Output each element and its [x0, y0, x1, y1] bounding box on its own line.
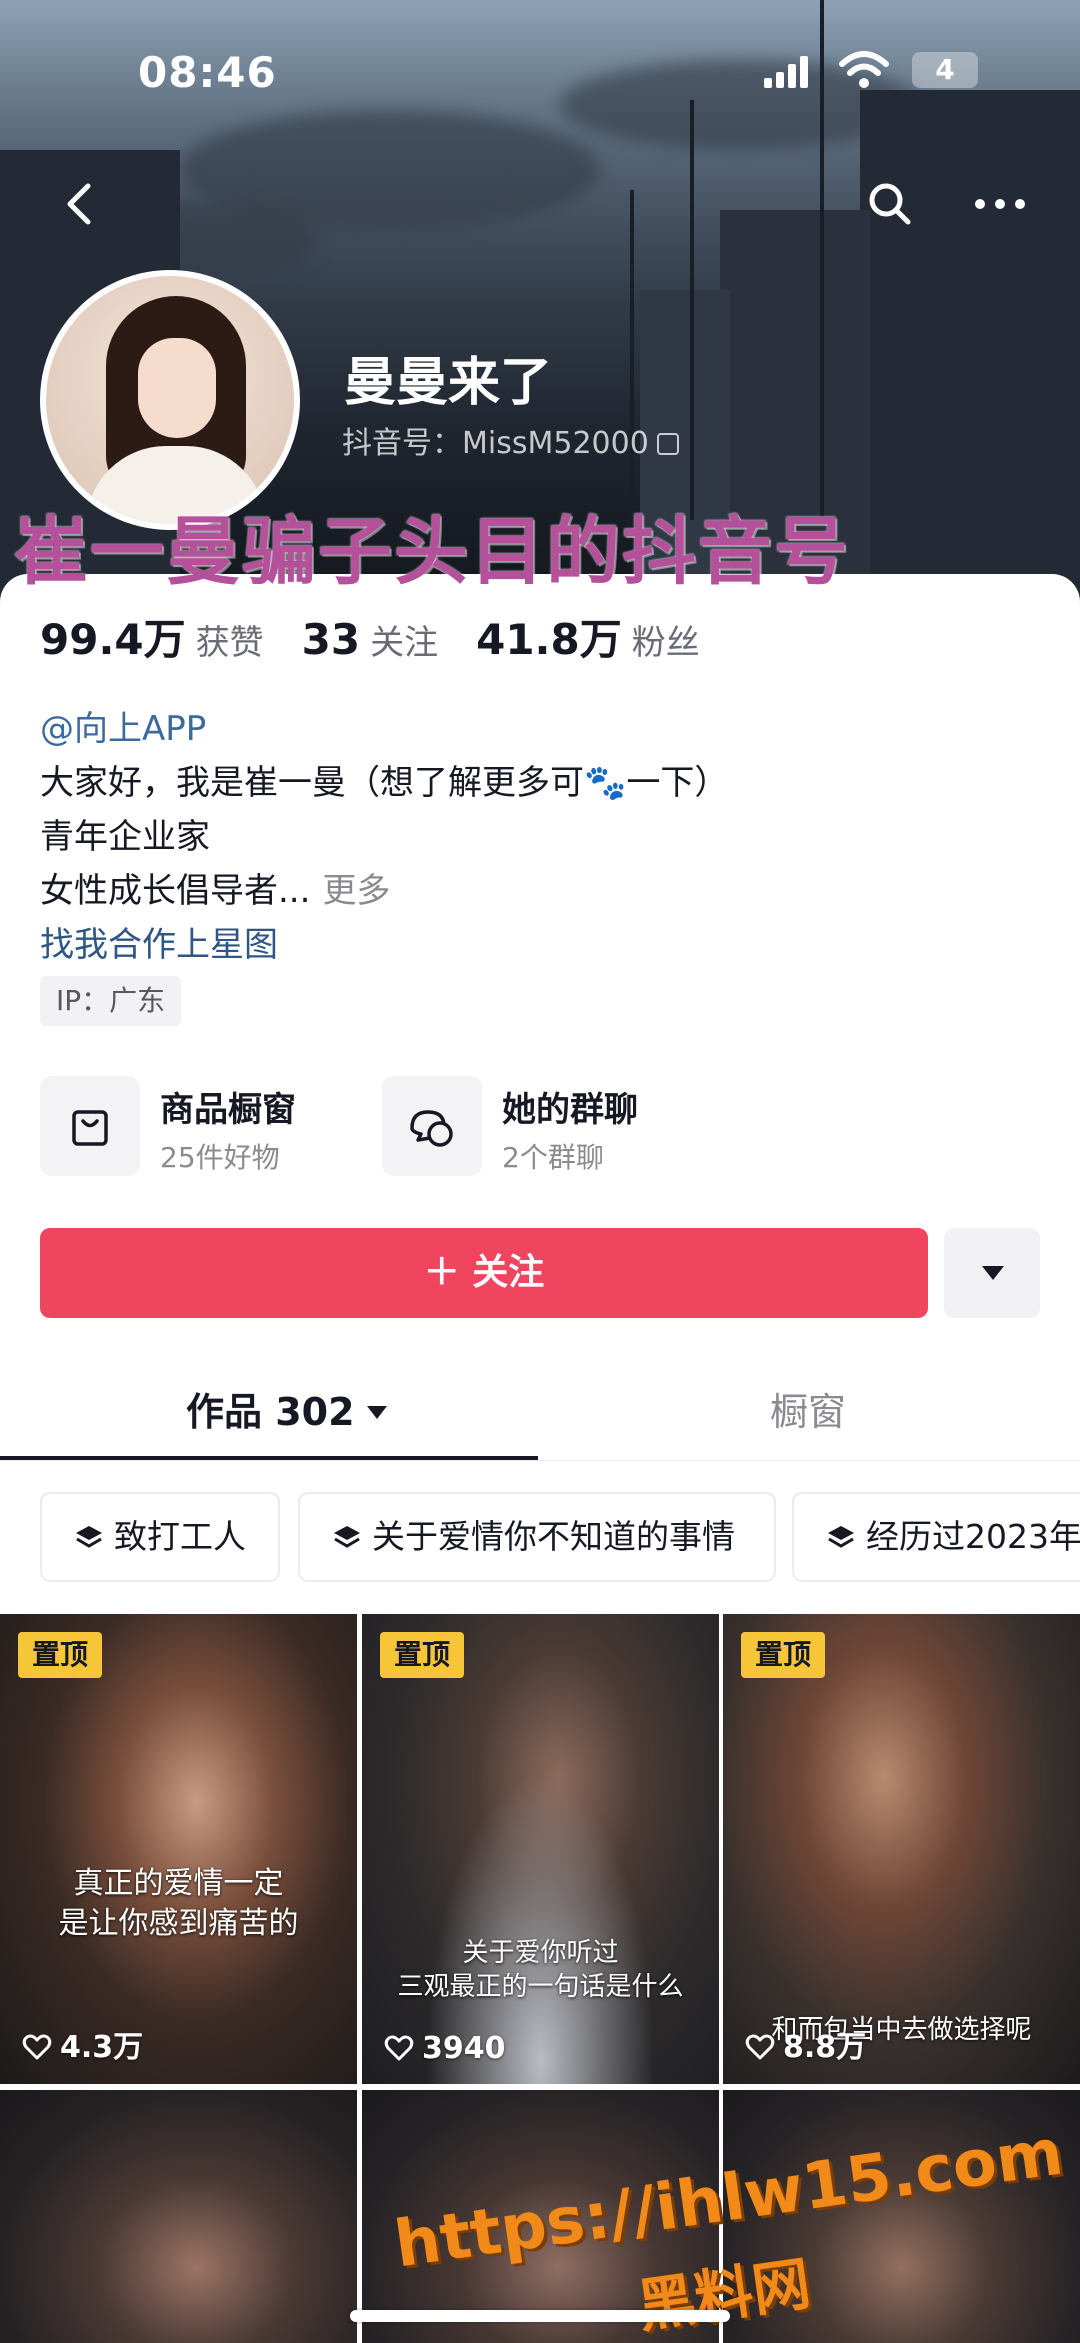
video-like-count: 3940: [384, 2031, 506, 2066]
caret-down-icon: [982, 1266, 1004, 1280]
bio-line: 大家好，我是崔一曼（想了解更多可🐾一下）: [40, 763, 729, 803]
video-like-count: 4.3万: [22, 2022, 143, 2066]
collection-chip[interactable]: 致打工人: [40, 1492, 280, 1582]
profile-bio: @向上APP 大家好，我是崔一曼（想了解更多可🐾一下） 青年企业家 女性成长倡导…: [40, 702, 728, 972]
layers-icon: [828, 1526, 854, 1548]
bio-line: 青年企业家: [40, 817, 210, 857]
video-thumbnail[interactable]: 置顶 关于爱你听过 三观最正的一句话是什么 3940: [362, 1614, 719, 2084]
group-chat-title: 她的群聊: [502, 1090, 638, 1130]
search-button[interactable]: [862, 176, 918, 232]
collection-chip-label: 经历过2023年: [866, 1517, 1080, 1556]
avatar[interactable]: [40, 270, 300, 530]
video-caption: 真正的爱情一定 是让你感到痛苦的: [58, 1866, 299, 1941]
bio-mention-link[interactable]: @向上APP: [40, 702, 728, 756]
likes-label: 获赞: [195, 623, 264, 663]
video-thumbnail[interactable]: 置顶 真正的爱情一定 是让你感到痛苦的 4.3万: [0, 1614, 357, 2084]
douyin-id[interactable]: 抖音号：MissM52000: [342, 418, 679, 462]
tab-works-label: 作品 302: [186, 1390, 355, 1434]
bio-line: 女性成长倡导者...: [40, 871, 311, 911]
collection-chip-label: 致打工人: [114, 1517, 246, 1556]
bio-cooperation-link[interactable]: 找我合作上星图: [40, 918, 728, 972]
cellular-signal-icon: [764, 56, 812, 88]
recommend-dropdown-button[interactable]: [944, 1228, 1040, 1318]
ip-location-tag: IP：广东: [40, 976, 182, 1026]
back-button[interactable]: [52, 176, 108, 232]
search-icon: [869, 183, 911, 225]
chevron-left-icon: [67, 183, 91, 225]
layers-icon: [76, 1526, 102, 1548]
more-dots-icon: [975, 199, 1025, 209]
pinned-badge: 置顶: [18, 1632, 102, 1678]
heart-icon: [384, 2035, 414, 2061]
collection-chip[interactable]: 经历过2023年: [792, 1492, 1080, 1582]
chat-bubbles-icon: [382, 1076, 482, 1176]
followers-label[interactable]: 粉丝: [632, 623, 700, 663]
pinned-badge: 置顶: [380, 1632, 464, 1678]
collection-chip-label: 关于爱情你不知道的事情: [372, 1517, 735, 1556]
followers-count[interactable]: 41.8万: [476, 615, 622, 664]
tab-works[interactable]: 作品 302: [186, 1372, 387, 1462]
bio-more-button[interactable]: 更多: [322, 871, 390, 911]
group-chat-entry[interactable]: 她的群聊 2个群聊: [382, 1076, 682, 1180]
heart-icon: [745, 2034, 775, 2060]
status-time: 08:46: [138, 48, 277, 97]
layers-icon: [334, 1526, 360, 1548]
follow-button[interactable]: ＋ 关注: [40, 1228, 928, 1318]
group-chat-count: 2个群聊: [502, 1141, 604, 1174]
following-label[interactable]: 关注: [370, 623, 438, 663]
following-count[interactable]: 33: [302, 615, 360, 664]
shop-window-count: 25件好物: [160, 1141, 280, 1174]
collection-chip[interactable]: 关于爱情你不知道的事情: [298, 1492, 776, 1582]
video-caption: 关于爱你听过 三观最正的一句话是什么: [397, 1938, 684, 2002]
more-options-button[interactable]: [970, 176, 1030, 232]
profile-nickname: 曼曼来了: [344, 353, 553, 413]
likes-count: 99.4万: [40, 615, 186, 664]
tab-shop-window[interactable]: 橱窗: [770, 1372, 846, 1462]
home-indicator: [350, 2310, 730, 2322]
profile-tabs: 作品 302 橱窗: [0, 1372, 1080, 1462]
video-thumbnail[interactable]: [0, 2090, 357, 2343]
heart-icon: [22, 2034, 52, 2060]
overlay-banner-text: 崔一曼骗子头目的抖音号: [14, 509, 850, 595]
shop-window-entry[interactable]: 商品橱窗 25件好物: [40, 1076, 340, 1180]
video-thumbnail[interactable]: 置顶 和而包当中去做选择呢 8.8万: [723, 1614, 1080, 2084]
profile-stats: 99.4万 获赞 33 关注 41.8万 粉丝: [40, 606, 738, 667]
wifi-icon: [839, 51, 889, 88]
battery-indicator: 4: [912, 52, 978, 88]
caret-down-icon: [366, 1406, 387, 1419]
status-bar: 08:46 4: [0, 0, 1080, 140]
pinned-badge: 置顶: [741, 1632, 825, 1678]
shopping-bag-icon: [40, 1076, 140, 1176]
video-like-count: 8.8万: [745, 2022, 866, 2066]
copy-icon[interactable]: [656, 433, 679, 455]
shop-window-title: 商品橱窗: [160, 1090, 296, 1130]
tab-divider: [0, 1460, 1080, 1461]
douyin-id-text: 抖音号：MissM52000: [342, 426, 649, 461]
